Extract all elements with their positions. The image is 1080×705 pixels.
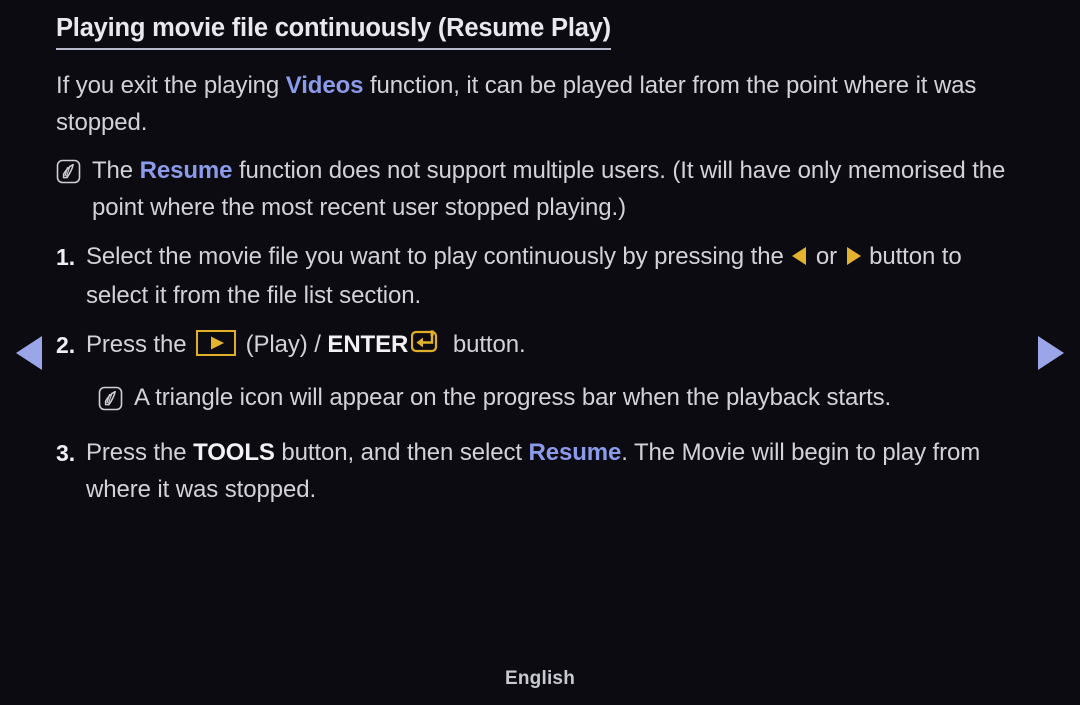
enter-return-icon bbox=[411, 329, 443, 368]
step-3-text: Press the TOOLS button, and then select … bbox=[86, 435, 1024, 508]
note-pen-icon bbox=[98, 386, 123, 423]
note-pen-icon bbox=[56, 159, 81, 196]
step-2-part2: button. bbox=[446, 331, 526, 359]
step-2-text: Press the (Play) / ENTER button. bbox=[86, 327, 1024, 368]
note-text-2: A triangle icon will appear on the progr… bbox=[134, 383, 892, 411]
intro-paragraph: If you exit the playing Videos function,… bbox=[56, 68, 1024, 141]
step-3-bold-tools: TOOLS bbox=[193, 439, 275, 467]
footer-language-label: English bbox=[504, 668, 575, 689]
play-button-icon bbox=[196, 330, 237, 368]
note-row-2: A triangle icon will appear on the progr… bbox=[98, 380, 1024, 423]
step-1-mid: or bbox=[809, 243, 844, 271]
next-page-arrow-icon[interactable] bbox=[1034, 334, 1068, 372]
step-2-number: 2. bbox=[56, 332, 75, 359]
page-title: Playing movie file continuously (Resume … bbox=[56, 14, 611, 51]
prev-page-arrow-icon[interactable] bbox=[12, 334, 46, 372]
note-text-1: The Resume function does not support mul… bbox=[92, 153, 1024, 226]
step-2: 2. Press the (Play) / ENTER button. bbox=[56, 327, 1024, 368]
intro-highlight-videos: Videos bbox=[285, 72, 364, 100]
note-row-1: The Resume function does not support mul… bbox=[56, 153, 1024, 226]
intro-text-part1: If you exit the playing bbox=[56, 72, 286, 100]
note-1-part1: The bbox=[92, 157, 140, 185]
step-1: 1. Select the movie file you want to pla… bbox=[56, 239, 1024, 314]
step-1-text: Select the movie file you want to play c… bbox=[86, 239, 1024, 314]
tv-help-screen: Playing movie file continuously (Resume … bbox=[0, 0, 1080, 705]
step-2-enter-label: ENTER bbox=[327, 331, 409, 359]
step-2-mid1: (Play) / bbox=[239, 331, 328, 359]
note-1-highlight-resume: Resume bbox=[139, 157, 233, 185]
step-1-part1: Select the movie file you want to play c… bbox=[86, 243, 791, 271]
step-3: 3. Press the TOOLS button, and then sele… bbox=[56, 435, 1024, 508]
step-3-number: 3. bbox=[56, 440, 75, 467]
step-3-highlight-resume: Resume bbox=[528, 439, 622, 467]
step-1-number: 1. bbox=[56, 244, 75, 271]
left-triangle-icon bbox=[791, 241, 808, 278]
step-2-part1: Press the bbox=[86, 331, 194, 359]
step-3-part1: Press the bbox=[86, 439, 194, 467]
step-3-mid1: button, and then select bbox=[274, 439, 529, 467]
content-area: Playing movie file continuously (Resume … bbox=[0, 0, 1080, 508]
right-triangle-icon bbox=[845, 241, 862, 278]
